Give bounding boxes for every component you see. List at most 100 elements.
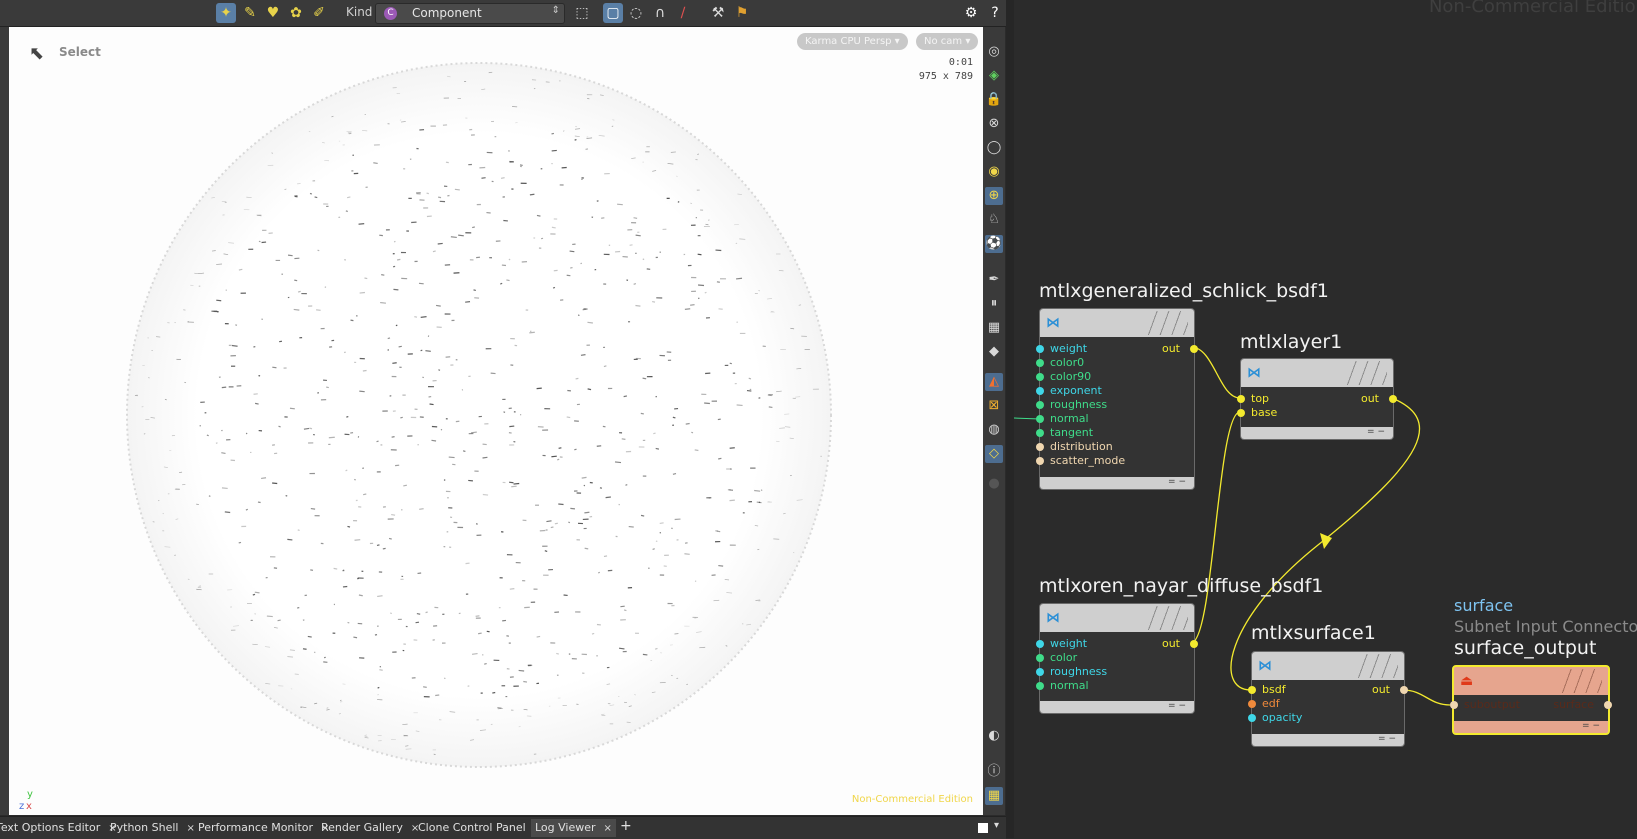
output-port-dot[interactable]: [1400, 686, 1408, 694]
input-port-dot[interactable]: [1036, 654, 1044, 662]
tab-log-viewer[interactable]: Log Viewer×: [531, 819, 616, 837]
paint-select-icon[interactable]: ∩: [650, 3, 670, 23]
select-icon[interactable]: ✦: [216, 3, 236, 23]
output-port-dot[interactable]: [1389, 395, 1397, 403]
tab-python-shell[interactable]: Python Shell×: [110, 821, 195, 834]
speckle: [438, 243, 443, 244]
tab-performance-monitor[interactable]: Performance Monitor×: [198, 821, 329, 834]
output-port-dot[interactable]: [1604, 701, 1612, 709]
light-icon[interactable]: ◯: [985, 139, 1003, 157]
node-surface-output[interactable]: ⏏ suboutputsurface = −: [1452, 665, 1610, 735]
input-port-dot[interactable]: [1036, 457, 1044, 465]
node-surface[interactable]: ⋈ bsdfedfopacityout = −: [1251, 651, 1405, 747]
tab-clone-control-panel[interactable]: Clone Control Panel×: [418, 821, 542, 834]
input-port-roughness: roughness: [1050, 398, 1107, 411]
input-port-dot[interactable]: [1036, 401, 1044, 409]
group-icon[interactable]: ✿: [286, 3, 306, 23]
input-port-dot[interactable]: [1450, 701, 1458, 709]
input-port-dot[interactable]: [1036, 359, 1044, 367]
headlight-icon[interactable]: ◉: [985, 163, 1003, 181]
output-port-dot[interactable]: [1190, 345, 1198, 353]
input-port-dot[interactable]: [1237, 409, 1245, 417]
input-port-dot[interactable]: [1036, 668, 1044, 676]
kind-dropdown[interactable]: C Component ⇕: [375, 3, 565, 24]
speckle: [346, 417, 348, 418]
add-tab-button[interactable]: +: [620, 818, 632, 834]
speckle: [399, 346, 402, 347]
input-port-normal: normal: [1050, 679, 1089, 692]
display-options-icon[interactable]: ◐: [985, 727, 1003, 745]
input-port-weight: weight: [1050, 637, 1087, 650]
chevron-down-icon[interactable]: ▾: [994, 820, 999, 831]
visibility-icon[interactable]: ◍: [985, 421, 1003, 439]
denoise-icon[interactable]: ⊠: [985, 397, 1003, 415]
target-icon[interactable]: ⊕: [985, 187, 1003, 205]
speckle: [575, 140, 577, 141]
speckle: [465, 302, 470, 303]
speckle: [509, 259, 510, 260]
input-port-dot[interactable]: [1036, 443, 1044, 451]
input-port-dot[interactable]: [1036, 415, 1044, 423]
close-icon[interactable]: ×: [186, 823, 194, 834]
input-port-dot[interactable]: [1237, 395, 1245, 403]
input-port-bsdf: bsdf: [1262, 683, 1286, 696]
speckle: [287, 539, 292, 540]
input-port-roughness: roughness: [1050, 665, 1107, 678]
input-port-dot[interactable]: [1036, 682, 1044, 690]
pause-icon[interactable]: ⏸: [985, 295, 1003, 313]
pane-splitter[interactable]: [1006, 0, 1014, 838]
paint-icon[interactable]: ✐: [309, 3, 329, 23]
speckle: [685, 543, 688, 544]
node-schlick[interactable]: ⋈ weightcolor0color90exponentroughnessno…: [1039, 308, 1195, 490]
input-port-dot[interactable]: [1036, 429, 1044, 437]
speckle: [684, 554, 689, 555]
color-correction-icon[interactable]: ◭: [985, 373, 1003, 391]
snap-icon[interactable]: ⊗: [985, 115, 1003, 133]
camera-menu[interactable]: No cam ▾: [916, 33, 978, 50]
brush-icon[interactable]: ✎: [240, 3, 260, 23]
gear-icon[interactable]: ⚙: [961, 3, 981, 23]
help-icon[interactable]: ?: [985, 3, 1005, 23]
lasso-pin-icon[interactable]: ♥: [263, 3, 283, 23]
node-oren[interactable]: ⋈ weightcolorroughnessnormalout = −: [1039, 603, 1195, 714]
speckle: [769, 407, 773, 408]
close-icon[interactable]: ×: [604, 823, 612, 834]
input-port-dot[interactable]: [1248, 714, 1256, 722]
input-port-dot[interactable]: [1036, 387, 1044, 395]
input-port-dot[interactable]: [1036, 373, 1044, 381]
layers-icon[interactable]: ▦: [985, 319, 1003, 337]
tab-render-gallery[interactable]: Render Gallery×: [321, 821, 419, 834]
scene-viewport[interactable]: ⬉ Select Karma CPU Persp ▾ No cam ▾ 0:01…: [9, 27, 983, 815]
input-port-dot[interactable]: [1036, 345, 1044, 353]
laser-icon[interactable]: ∕: [673, 3, 693, 23]
input-port-dot[interactable]: [1248, 686, 1256, 694]
grid-layout-icon[interactable]: ▦: [985, 787, 1003, 805]
input-port-dot[interactable]: [1036, 640, 1044, 648]
info-icon[interactable]: ⓘ: [985, 763, 1003, 781]
wrench-icon[interactable]: ⚒: [708, 3, 728, 23]
flag-icon[interactable]: ⚑: [732, 3, 752, 23]
snapshot-icon[interactable]: ◇: [985, 445, 1003, 463]
ghost-icon[interactable]: ◈: [985, 67, 1003, 85]
transform-handle-icon[interactable]: ⬚: [572, 3, 592, 23]
node-footer: = −: [1040, 701, 1194, 713]
node-layer[interactable]: ⋈ topbaseout = −: [1240, 358, 1394, 440]
pen-icon[interactable]: ✒: [985, 271, 1003, 289]
lock-icon[interactable]: 🔒: [985, 91, 1003, 109]
input-port-dot[interactable]: [1248, 700, 1256, 708]
speckle: [308, 636, 312, 637]
record-icon[interactable]: ●: [985, 475, 1003, 493]
output-port-dot[interactable]: [1190, 640, 1198, 648]
render-icon[interactable]: ◆: [985, 343, 1003, 361]
camera-pin-icon[interactable]: ♘: [985, 211, 1003, 229]
ball-icon[interactable]: ⚽: [985, 235, 1003, 253]
tab-text-options-editor[interactable]: Text Options Editor×: [0, 821, 117, 834]
renderer-camera-menu[interactable]: Karma CPU Persp ▾: [797, 33, 908, 50]
network-editor[interactable]: Non-Commercial Edition mtlxgeneralized_s…: [1014, 0, 1637, 838]
maximize-icon[interactable]: [978, 823, 988, 833]
eye-icon[interactable]: ◎: [985, 43, 1003, 61]
box-select-icon[interactable]: ▢: [603, 3, 623, 23]
viewer-toolbar: ✦ ✎ ♥ ✿ ✐ Kind C Component ⇕ ⬚ ▢ ◌ ∩ ∕ ⚒…: [0, 0, 1006, 27]
pane-tab-bar: Text Options Editor× Python Shell× Perfo…: [0, 816, 1006, 839]
lasso-icon[interactable]: ◌: [626, 3, 646, 23]
